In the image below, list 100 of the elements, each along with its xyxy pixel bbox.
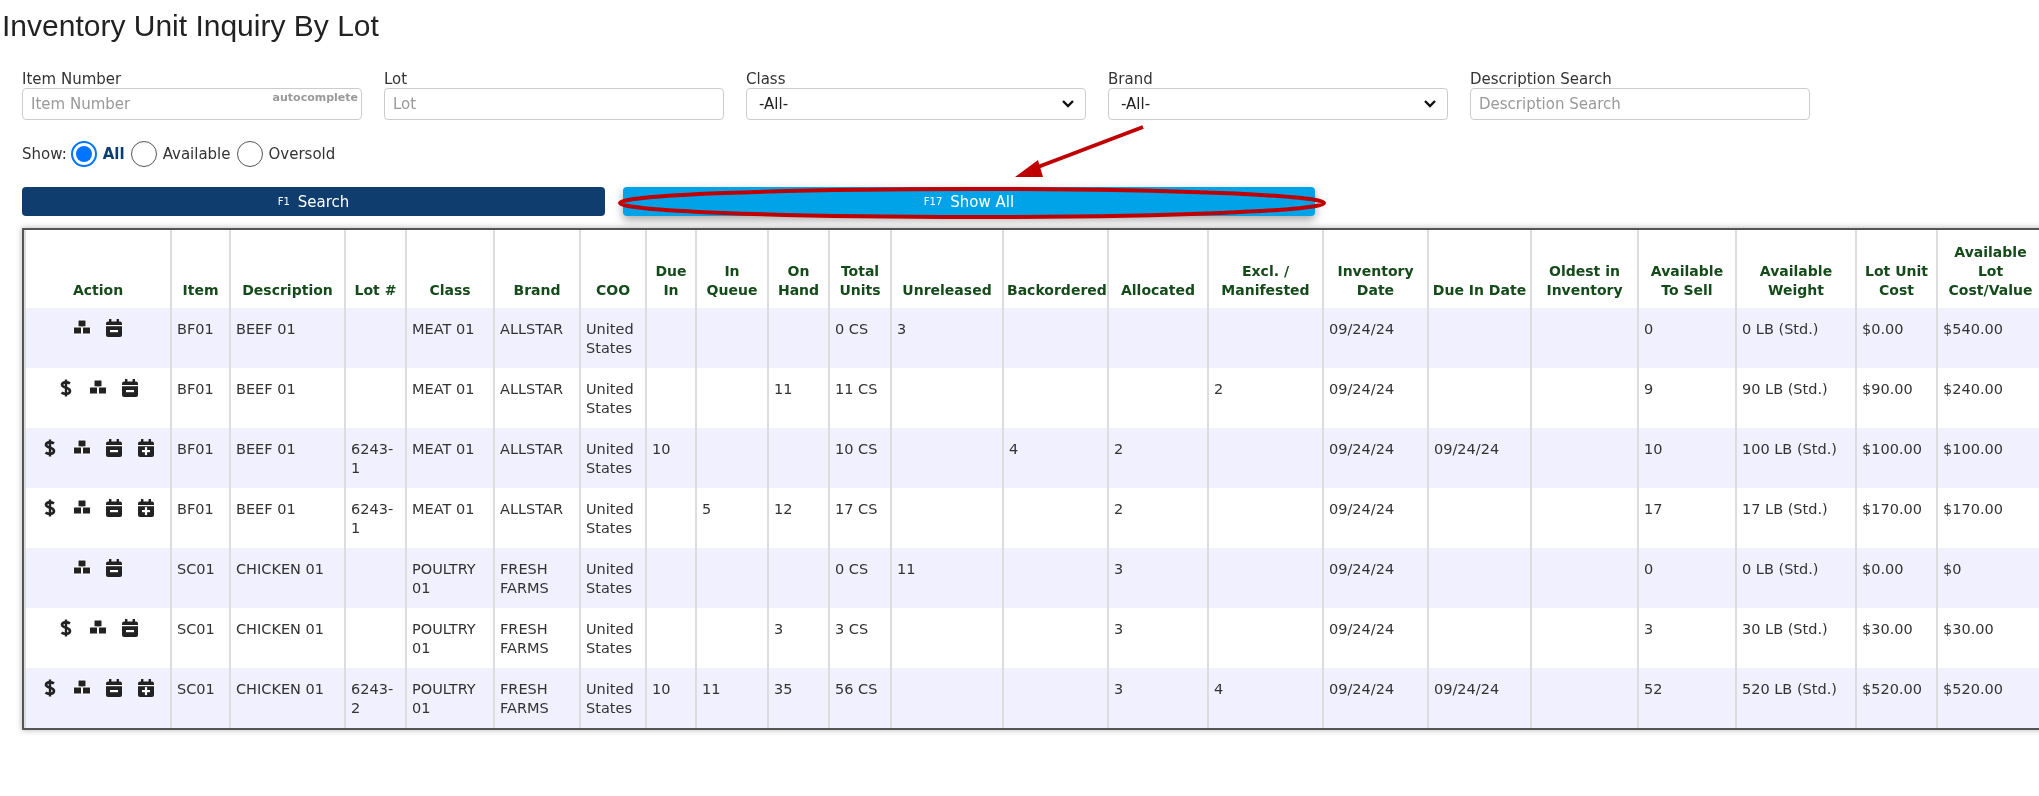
table-cell: 10 (646, 668, 696, 728)
table-cell: MEAT 01 (406, 428, 494, 488)
text-field[interactable]: Lot (384, 88, 724, 120)
text-field[interactable]: Description Search (1470, 88, 1810, 120)
autocomplete-hint: autocomplete (272, 91, 358, 104)
table-cell: 35 (768, 668, 829, 728)
table-cell: ALLSTAR (494, 428, 580, 488)
table-cell (768, 308, 829, 368)
radio-button[interactable] (70, 141, 97, 167)
table-cell: 09/24/24 (1323, 548, 1428, 608)
calendar-minus-icon[interactable] (120, 378, 140, 398)
boxes-icon[interactable] (72, 558, 92, 578)
table-cell: 6243-1 (345, 428, 406, 488)
table-cell: $540.00 (1937, 308, 2039, 368)
radio-label[interactable]: Oversold (268, 145, 336, 163)
calendar-minus-icon[interactable] (104, 498, 124, 518)
table-cell: 10 (646, 428, 696, 488)
calendar-minus-icon[interactable] (104, 438, 124, 458)
field-label: Lot (384, 70, 409, 88)
table-cell: $0.00 (1856, 308, 1937, 368)
table-cell: 52 (1638, 668, 1736, 728)
calendar-plus-icon[interactable] (136, 678, 156, 698)
radio-label[interactable]: Available (162, 145, 231, 163)
table-cell: 0 LB (Std.) (1736, 308, 1856, 368)
table-cell: BEEF 01 (230, 428, 345, 488)
calendar-minus-icon[interactable] (104, 678, 124, 698)
table-cell: 3 (1108, 668, 1208, 728)
table-cell: POULTRY 01 (406, 548, 494, 608)
table-cell: United States (580, 308, 646, 368)
table-cell: 09/24/24 (1323, 308, 1428, 368)
table-cell: 10 (1638, 428, 1736, 488)
boxes-icon[interactable] (72, 318, 92, 338)
radio-button[interactable] (130, 141, 157, 167)
table-cell: FRESH FARMS (494, 548, 580, 608)
table-cell: 09/24/24 (1428, 428, 1531, 488)
chevron-down-icon (1061, 99, 1075, 109)
table-cell: 09/24/24 (1428, 668, 1531, 728)
table-cell: 09/24/24 (1323, 428, 1428, 488)
table-cell: POULTRY 01 (406, 668, 494, 728)
table-cell (646, 548, 696, 608)
table-cell (646, 308, 696, 368)
table-cell: 11 (696, 668, 768, 728)
field-label: Description Search (1470, 70, 1613, 88)
table-cell: 09/24/24 (1323, 668, 1428, 728)
table-cell: United States (580, 428, 646, 488)
table-cell: SC01 (171, 668, 230, 728)
table-cell: 0 LB (Std.) (1736, 548, 1856, 608)
search-button[interactable]: F1 Search (22, 187, 605, 216)
table-cell (768, 428, 829, 488)
dropdown-field[interactable]: -All- (746, 88, 1086, 120)
table-cell: CHICKEN 01 (230, 548, 345, 608)
table-cell: BF01 (171, 308, 230, 368)
table-cell: 3 (1108, 548, 1208, 608)
table-cell: 0 (1638, 308, 1736, 368)
calendar-plus-icon[interactable] (136, 438, 156, 458)
table-cell: BF01 (171, 428, 230, 488)
table-cell: SC01 (171, 548, 230, 608)
table-cell: United States (580, 548, 646, 608)
table-cell: CHICKEN 01 (230, 668, 345, 728)
boxes-icon[interactable] (72, 678, 92, 698)
table-cell: 6243-2 (345, 668, 406, 728)
table-cell: $100.00 (1937, 428, 2039, 488)
table-cell: $0 (1937, 548, 2039, 608)
table-cell: 520 LB (Std.) (1736, 668, 1856, 728)
show-label: Show: (22, 145, 67, 163)
table-cell: 0 CS (829, 308, 891, 368)
table-cell (768, 548, 829, 608)
table-cell: United States (580, 668, 646, 728)
table-cell (345, 548, 406, 608)
table-cell: 100 LB (Std.) (1736, 428, 1856, 488)
radio-label[interactable]: All (102, 145, 125, 163)
table-cell: 11 (891, 548, 1003, 608)
calendar-minus-icon[interactable] (104, 558, 124, 578)
dropdown-field[interactable]: -All- (1108, 88, 1448, 120)
calendar-plus-icon[interactable] (136, 498, 156, 518)
table-cell: $520.00 (1856, 668, 1937, 728)
table-cell: 4 (1208, 668, 1323, 728)
table-cell (696, 548, 768, 608)
page-title: Inventory Unit Inquiry By Lot (2, 8, 380, 44)
table-cell: $100.00 (1856, 428, 1937, 488)
chevron-down-icon (1423, 99, 1437, 109)
table-cell: 56 CS (829, 668, 891, 728)
boxes-icon[interactable] (72, 438, 92, 458)
field-label: Class (746, 70, 787, 88)
calendar-minus-icon[interactable] (104, 318, 124, 338)
table-cell: 3 (891, 308, 1003, 368)
table-cell: BEEF 01 (230, 308, 345, 368)
table-cell: MEAT 01 (406, 308, 494, 368)
table-cell (345, 308, 406, 368)
table-cell: FRESH FARMS (494, 668, 580, 728)
table-cell: 10 CS (829, 428, 891, 488)
table-cell: $520.00 (1937, 668, 2039, 728)
table-cell: 0 (1638, 548, 1736, 608)
table-cell (696, 308, 768, 368)
table-cell: 4 (1003, 428, 1108, 488)
table-cell: $0.00 (1856, 548, 1937, 608)
table-cell: 2 (1108, 428, 1208, 488)
radio-button[interactable] (236, 141, 263, 167)
field-label: Brand (1108, 70, 1154, 88)
calendar-minus-icon[interactable] (120, 618, 140, 638)
